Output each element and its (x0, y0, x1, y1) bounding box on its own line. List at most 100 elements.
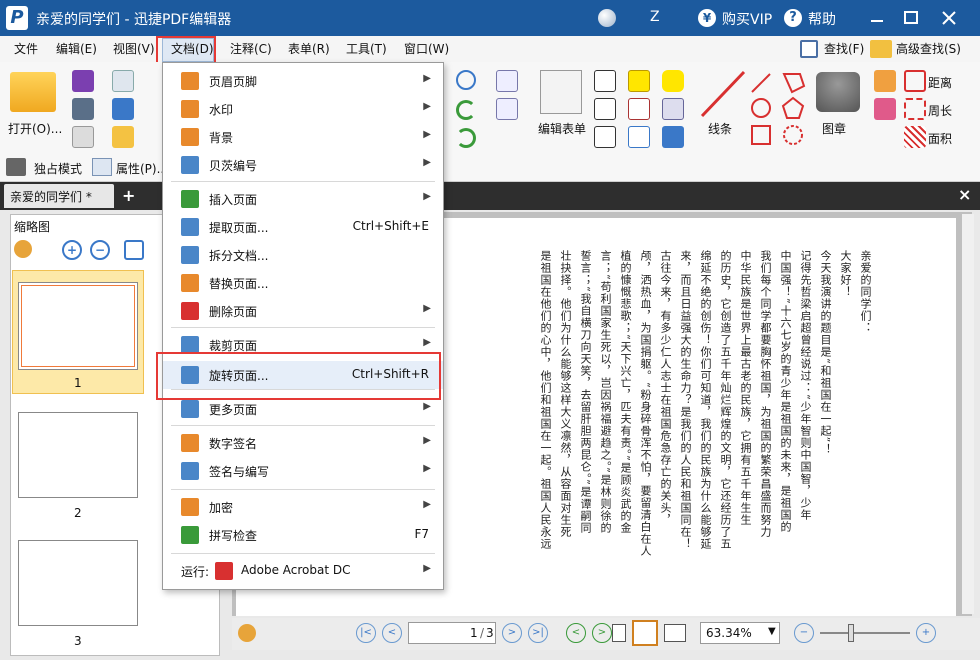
maximize-button[interactable] (898, 6, 924, 30)
document-menu-item[interactable]: 删除页面 ▶ (163, 297, 443, 325)
menu-window[interactable]: 窗口(W) (404, 40, 449, 57)
rotate-right-icon[interactable] (456, 128, 476, 148)
vip-icon[interactable]: ¥ (698, 9, 716, 27)
theme-moon-icon[interactable] (598, 9, 616, 27)
save-icon[interactable] (72, 70, 94, 92)
menu-item-label: 数字签名 (209, 437, 258, 451)
document-menu-item[interactable]: 提取页面... Ctrl+Shift+E (163, 213, 443, 241)
zoom-out-thumb-icon[interactable]: − (90, 240, 110, 260)
close-tab-button[interactable]: × (958, 185, 971, 204)
buy-vip-button[interactable]: 购买VIP (722, 9, 772, 29)
document-menu-item[interactable]: 插入页面 ▶ (163, 185, 443, 213)
eraser-icon[interactable] (874, 98, 896, 120)
callout-icon[interactable] (594, 126, 616, 148)
open-button[interactable]: 打开(O)... (8, 120, 62, 137)
minimize-button[interactable] (864, 6, 890, 30)
exclusive-mode-button[interactable]: 独占模式 (34, 160, 82, 177)
menu-edit[interactable]: 编辑(E) (56, 40, 97, 57)
stamp-button[interactable]: 图章 (822, 120, 846, 137)
next-page-button[interactable]: > (502, 623, 522, 643)
single-page-icon[interactable] (612, 624, 626, 642)
zoom-in-thumb-icon[interactable]: + (62, 240, 82, 260)
document-menu-item[interactable]: 页眉页脚 ▶ (163, 67, 443, 95)
new-doc-icon[interactable] (112, 126, 134, 148)
distance-button[interactable]: 距离 (928, 74, 952, 91)
zoom-slider-handle[interactable] (848, 624, 854, 642)
edit-form-icon[interactable] (540, 70, 582, 114)
back-button[interactable]: < (566, 623, 586, 643)
add-text-icon[interactable] (496, 98, 518, 120)
email-icon[interactable] (112, 70, 134, 92)
line-button[interactable]: 线条 (708, 120, 732, 137)
zoom-out-button[interactable]: − (794, 623, 814, 643)
document-menu-item[interactable]: 数字签名 ▶ (163, 429, 443, 457)
vertical-scrollbar[interactable] (962, 214, 974, 614)
sound-icon[interactable] (662, 126, 684, 148)
text-field-icon[interactable] (594, 70, 616, 92)
area-button[interactable]: 面积 (928, 130, 952, 147)
user-name[interactable]: Z (650, 9, 660, 25)
page-text-line: 今天我演讲的题目是“和祖国在一起”！ (819, 250, 832, 456)
submenu-arrow-icon: ▶ (423, 337, 431, 348)
perimeter-button[interactable]: 周长 (928, 102, 952, 119)
menu-item-icon (181, 190, 199, 208)
stamp-icon[interactable] (816, 72, 860, 112)
new-tab-button[interactable]: + (122, 186, 135, 205)
prev-page-button[interactable]: < (382, 623, 402, 643)
thumbnail-page-2[interactable] (18, 412, 138, 498)
find-button[interactable]: 查找(F) (824, 40, 864, 57)
document-menu-item[interactable]: 签名与编写 ▶ (163, 457, 443, 485)
document-menu-item[interactable]: 水印 ▶ (163, 95, 443, 123)
help-button[interactable]: 帮助 (808, 9, 836, 29)
help-icon[interactable]: ? (784, 9, 802, 27)
menu-view[interactable]: 视图(V) (113, 40, 155, 57)
menu-comment[interactable]: 注释(C) (230, 40, 272, 57)
document-menu-item[interactable]: 运行: Adobe Acrobat DC ▶ (163, 557, 443, 585)
two-page-icon[interactable] (664, 624, 686, 642)
menu-form[interactable]: 表单(R) (288, 40, 330, 57)
menu-item-icon (181, 400, 199, 418)
select-image-icon[interactable] (496, 70, 518, 92)
pencil-icon[interactable] (874, 70, 896, 92)
attach-icon[interactable] (662, 98, 684, 120)
properties-button[interactable]: 属性(P)... (116, 160, 168, 177)
zoom-in-button[interactable]: + (916, 623, 936, 643)
menu-file[interactable]: 文件 (14, 40, 38, 57)
gear-icon[interactable] (14, 240, 32, 258)
underline-icon[interactable] (628, 126, 650, 148)
document-menu-item[interactable]: 拼写检查 F7 (163, 521, 443, 549)
upload-icon[interactable] (112, 98, 134, 120)
close-window-button[interactable] (936, 6, 962, 30)
thumbnail-page-3[interactable] (18, 540, 138, 626)
edit-form-button[interactable]: 编辑表单 (538, 120, 586, 137)
document-menu-item[interactable]: 加密 ▶ (163, 493, 443, 521)
line-icon[interactable] (700, 70, 746, 118)
forward-button[interactable]: > (592, 623, 612, 643)
export-icon[interactable] (72, 126, 94, 148)
document-menu-item[interactable]: 背景 ▶ (163, 123, 443, 151)
document-menu-item[interactable]: 贝茨编号 ▶ (163, 151, 443, 179)
first-page-button[interactable]: |< (356, 623, 376, 643)
highlight-text-icon[interactable] (628, 70, 650, 92)
document-menu-item[interactable]: 替换页面... (163, 269, 443, 297)
rotate-left-icon[interactable] (456, 100, 476, 120)
menu-tools[interactable]: 工具(T) (346, 40, 387, 57)
strikeout-icon[interactable] (628, 98, 650, 120)
text-box-icon[interactable] (594, 98, 616, 120)
continuous-page-icon[interactable] (632, 620, 658, 646)
zoom-slider-track[interactable] (820, 632, 910, 634)
rotate-thumb-icon[interactable] (124, 240, 144, 260)
page-text-line: 中国强！”十六七岁的青少年是祖国的未来，是祖国的 (779, 250, 792, 533)
note-icon[interactable] (662, 70, 684, 92)
open-folder-icon[interactable] (10, 72, 56, 112)
thumbnail-page-1[interactable] (18, 282, 138, 370)
menu-item-shortcut: Ctrl+Shift+E (352, 219, 429, 233)
zoom-in-icon[interactable] (456, 70, 476, 90)
print-icon[interactable] (72, 98, 94, 120)
shapes-icon[interactable] (748, 70, 808, 150)
document-menu-item[interactable]: 拆分文档... (163, 241, 443, 269)
page-total: 3 (486, 626, 494, 640)
advanced-find-button[interactable]: 高级查找(S) (896, 40, 961, 57)
settings-gear-icon[interactable] (238, 624, 256, 642)
last-page-button[interactable]: >| (528, 623, 548, 643)
